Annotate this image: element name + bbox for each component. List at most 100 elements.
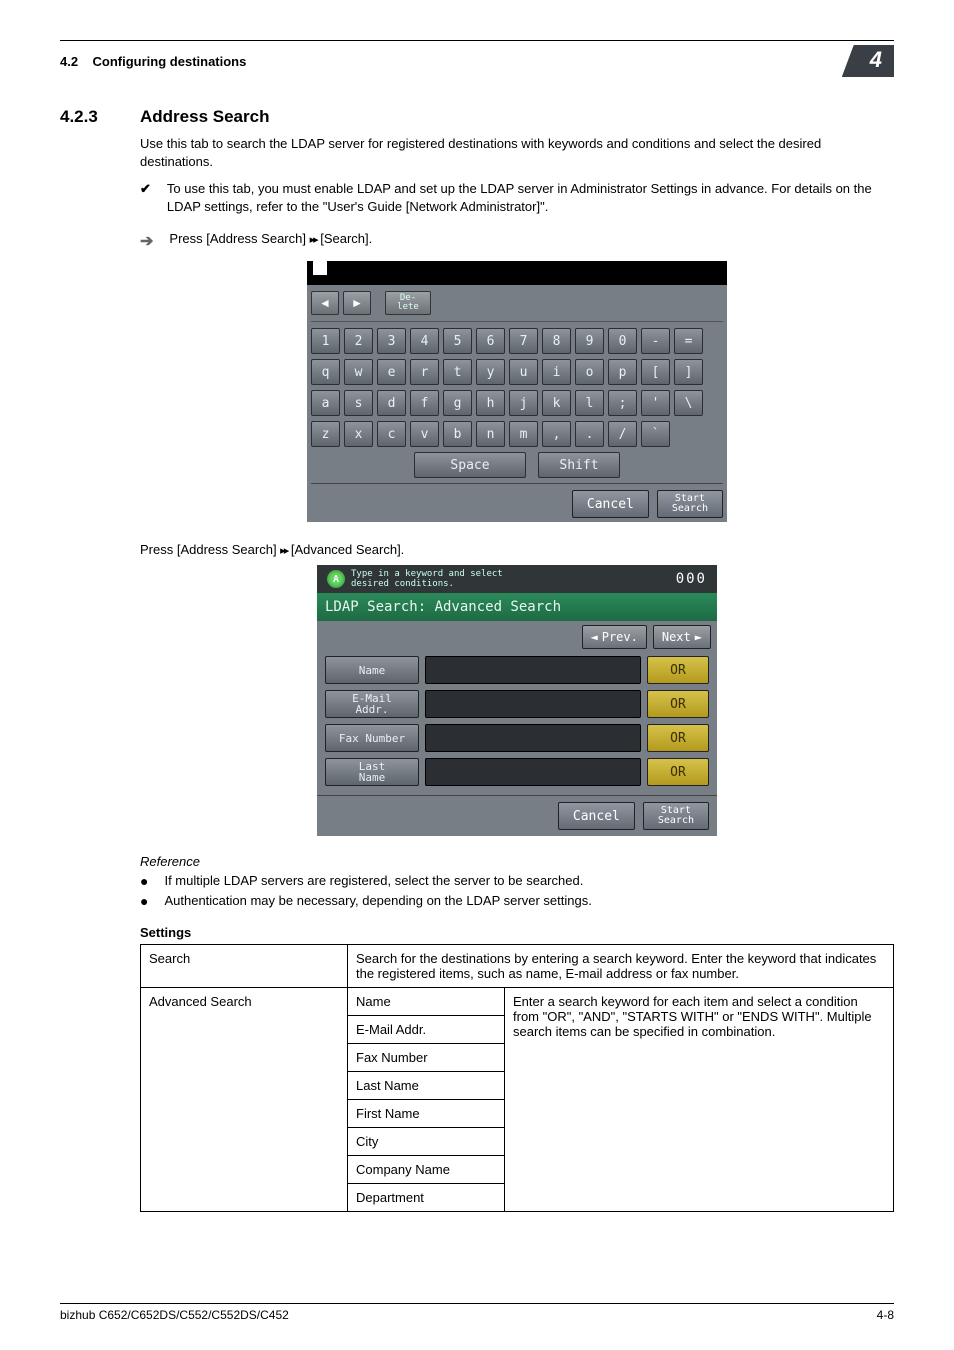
key[interactable]: g	[443, 390, 472, 416]
bullet-icon: ●	[140, 873, 148, 889]
key[interactable]: 4	[410, 328, 439, 354]
settings-search-desc: Search for the destinations by entering …	[348, 945, 894, 988]
adv-count: 000	[676, 571, 707, 587]
page-footer: bizhub C652/C652DS/C552/C552DS/C452 4-8	[60, 1303, 894, 1322]
adv-label-email[interactable]: E-Mail Addr.	[325, 690, 419, 718]
key[interactable]: m	[509, 421, 538, 447]
settings-advanced-label: Advanced Search	[141, 988, 348, 1212]
key[interactable]: 0	[608, 328, 637, 354]
reference-item-0: If multiple LDAP servers are registered,…	[164, 873, 583, 889]
key[interactable]: '	[641, 390, 670, 416]
key[interactable]: c	[377, 421, 406, 447]
start-search-button[interactable]: Start Search	[657, 490, 723, 518]
key[interactable]: o	[575, 359, 604, 385]
reference-item-1: Authentication may be necessary, dependi…	[164, 893, 591, 909]
adv-field-name[interactable]	[425, 656, 641, 684]
key[interactable]: 9	[575, 328, 604, 354]
key[interactable]: /	[608, 421, 637, 447]
key[interactable]: f	[410, 390, 439, 416]
key[interactable]: x	[344, 421, 373, 447]
key[interactable]: 2	[344, 328, 373, 354]
key[interactable]: p	[608, 359, 637, 385]
adv-condition-email[interactable]: OR	[647, 690, 709, 718]
adv-field-email[interactable]	[425, 690, 641, 718]
adv-item: E-Mail Addr.	[348, 1016, 505, 1044]
settings-advanced-desc: Enter a search keyword for each item and…	[505, 988, 894, 1212]
key[interactable]: w	[344, 359, 373, 385]
key[interactable]: s	[344, 390, 373, 416]
key[interactable]: ;	[608, 390, 637, 416]
key[interactable]: v	[410, 421, 439, 447]
prev-button[interactable]: ◄Prev.	[582, 625, 647, 649]
adv-item: First Name	[348, 1100, 505, 1128]
key[interactable]: j	[509, 390, 538, 416]
key[interactable]: a	[311, 390, 340, 416]
delete-button[interactable]: De- lete	[385, 291, 431, 315]
adv-field-fax[interactable]	[425, 724, 641, 752]
key[interactable]: u	[509, 359, 538, 385]
key[interactable]: \	[674, 390, 703, 416]
key[interactable]: b	[443, 421, 472, 447]
key[interactable]: `	[641, 421, 670, 447]
key[interactable]: 8	[542, 328, 571, 354]
adv-item: City	[348, 1128, 505, 1156]
adv-item: Department	[348, 1184, 505, 1212]
key[interactable]: r	[410, 359, 439, 385]
footer-left: bizhub C652/C652DS/C552/C552DS/C452	[60, 1308, 289, 1322]
cancel-button[interactable]: Cancel	[572, 490, 649, 518]
section-title: Address Search	[140, 107, 269, 127]
adv-condition-fax[interactable]: OR	[647, 724, 709, 752]
reference-heading: Reference	[140, 854, 894, 869]
footer-right: 4-8	[877, 1308, 894, 1322]
adv-label-lastname[interactable]: Last Name	[325, 758, 419, 786]
key[interactable]: 1	[311, 328, 340, 354]
key[interactable]: 7	[509, 328, 538, 354]
adv-hint: Type in a keyword and select desired con…	[351, 569, 503, 589]
key[interactable]: i	[542, 359, 571, 385]
key[interactable]: ,	[542, 421, 571, 447]
key[interactable]: ]	[674, 359, 703, 385]
arrow-icon: ➔	[140, 231, 153, 251]
adv-item: Last Name	[348, 1072, 505, 1100]
adv-label-name[interactable]: Name	[325, 656, 419, 684]
key[interactable]: y	[476, 359, 505, 385]
key[interactable]: h	[476, 390, 505, 416]
adv-condition-name[interactable]: OR	[647, 656, 709, 684]
header-section-title: Configuring destinations	[93, 54, 247, 69]
key[interactable]: 5	[443, 328, 472, 354]
settings-search-label: Search	[141, 945, 348, 988]
intro-text: Use this tab to search the LDAP server f…	[140, 135, 894, 170]
shift-key[interactable]: Shift	[538, 452, 620, 478]
key[interactable]: q	[311, 359, 340, 385]
adv-field-lastname[interactable]	[425, 758, 641, 786]
key[interactable]: k	[542, 390, 571, 416]
key[interactable]: 6	[476, 328, 505, 354]
key[interactable]: d	[377, 390, 406, 416]
key[interactable]: t	[443, 359, 472, 385]
key[interactable]: 3	[377, 328, 406, 354]
adv-start-search-button[interactable]: Start Search	[643, 802, 709, 830]
adv-label-fax[interactable]: Fax Number	[325, 724, 419, 752]
space-key[interactable]: Space	[414, 452, 526, 478]
info-icon: A	[327, 570, 345, 588]
key[interactable]: z	[311, 421, 340, 447]
adv-condition-lastname[interactable]: OR	[647, 758, 709, 786]
bullet-icon: ●	[140, 893, 148, 909]
key[interactable]: n	[476, 421, 505, 447]
nav-left-button[interactable]: ◄	[311, 291, 339, 315]
adv-item: Fax Number	[348, 1044, 505, 1072]
adv-title: LDAP Search: Advanced Search	[317, 593, 717, 621]
key[interactable]: [	[641, 359, 670, 385]
key[interactable]: l	[575, 390, 604, 416]
adv-item: Name	[348, 988, 505, 1016]
key[interactable]: =	[674, 328, 703, 354]
key[interactable]: .	[575, 421, 604, 447]
adv-cancel-button[interactable]: Cancel	[558, 802, 635, 830]
step2-text: Press [Address Search] ▸▸ [Advanced Sear…	[140, 542, 894, 557]
next-button[interactable]: Next►	[653, 625, 711, 649]
section-number: 4.2.3	[60, 107, 122, 127]
nav-right-button[interactable]: ►	[343, 291, 371, 315]
settings-table: Search Search for the destinations by en…	[140, 944, 894, 1212]
key[interactable]: -	[641, 328, 670, 354]
key[interactable]: e	[377, 359, 406, 385]
